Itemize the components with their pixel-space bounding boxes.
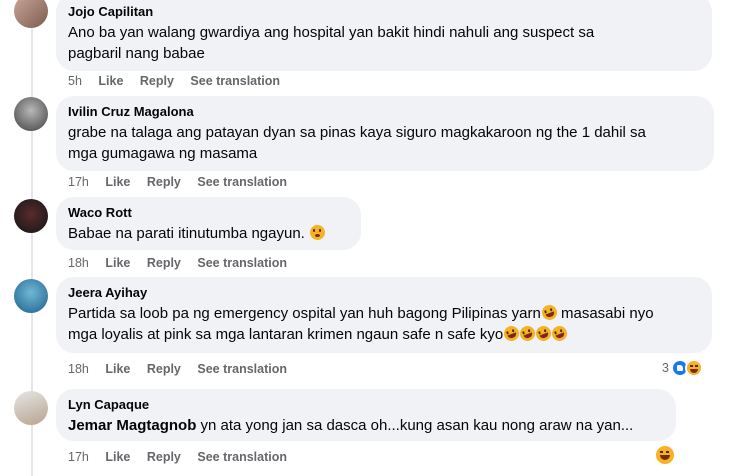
rofl-emoji-icon — [502, 323, 522, 344]
rofl-emoji-icon — [534, 323, 554, 344]
rofl-emoji-icon — [539, 302, 559, 323]
comment-author[interactable]: Lyn Capaque — [68, 397, 664, 413]
reply-button[interactable]: Reply — [140, 74, 174, 88]
avatar[interactable] — [14, 97, 48, 131]
reply-button[interactable]: Reply — [147, 450, 181, 464]
see-translation-button[interactable]: See translation — [197, 362, 287, 376]
comment-text-line: pagbaril nang babae — [68, 45, 205, 62]
comment-text: mga loyalis at pink sa mga lantaran krim… — [68, 326, 504, 343]
reply-button[interactable]: Reply — [147, 175, 181, 189]
see-translation-button[interactable]: See translation — [197, 450, 287, 464]
comment-author[interactable]: Jeera Ayihay — [68, 285, 700, 301]
comment-time[interactable]: 17h — [68, 450, 89, 464]
flushed-emoji-icon — [310, 225, 326, 240]
comment-text-line: mga loyalis at pink sa mga lantaran krim… — [68, 323, 700, 345]
comment-bubble: Jojo Capilitan Ano ba yan walang gwardiy… — [56, 0, 712, 71]
comment-bubble: Jeera Ayihay Partida sa loob pa ng emerg… — [56, 277, 712, 353]
comment-text-line: Ano ba yan walang gwardiya ang hospital … — [68, 24, 595, 41]
comment-text-line: grabe na talaga ang patayan dyan sa pina… — [68, 124, 646, 141]
comment-actions: 18h Like Reply See translation — [68, 255, 300, 271]
comment-actions: 17h Like Reply See translation — [68, 449, 300, 465]
comment-text-line: Babae na parati itinutumba ngayun. — [68, 223, 349, 244]
reaction-count: 3 — [662, 361, 669, 375]
comment-time[interactable]: 5h — [68, 74, 82, 88]
avatar[interactable] — [14, 279, 48, 313]
avatar[interactable] — [14, 0, 48, 28]
comment-text-line: mga gumagawa ng masama — [68, 145, 258, 162]
comment-text-line: Jemar Magtagnob yn ata yong jan sa dasca… — [68, 415, 664, 436]
see-translation-button[interactable]: See translation — [190, 74, 280, 88]
rofl-emoji-icon — [518, 323, 538, 344]
comment-author[interactable]: Ivilin Cruz Magalona — [68, 104, 702, 120]
avatar[interactable] — [14, 391, 48, 425]
comment-bubble: Ivilin Cruz Magalona grabe na talaga ang… — [56, 96, 714, 171]
avatar[interactable] — [14, 199, 48, 233]
comment-actions: 17h Like Reply See translation — [68, 174, 300, 190]
like-button[interactable]: Like — [98, 74, 123, 88]
comment-bubble: Lyn Capaque Jemar Magtagnob yn ata yong … — [56, 389, 676, 441]
comment-time[interactable]: 18h — [68, 362, 89, 376]
haha-reaction-icon[interactable] — [656, 446, 674, 464]
see-translation-button[interactable]: See translation — [197, 175, 287, 189]
comment-actions: 5h Like Reply See translation — [68, 73, 293, 89]
comment-text-line: Partida sa loob pa ng emergency ospital … — [68, 302, 700, 324]
reply-button[interactable]: Reply — [147, 256, 181, 270]
comment-author[interactable]: Jojo Capilitan — [68, 4, 700, 20]
comment-text: Babae na parati itinutumba ngayun. — [68, 225, 305, 242]
comment-bubble: Waco Rott Babae na parati itinutumba nga… — [56, 197, 361, 250]
reply-button[interactable]: Reply — [147, 362, 181, 376]
reaction-summary[interactable]: 3 — [662, 359, 703, 377]
comment-time[interactable]: 17h — [68, 175, 89, 189]
comment-time[interactable]: 18h — [68, 256, 89, 270]
see-translation-button[interactable]: See translation — [197, 256, 287, 270]
like-button[interactable]: Like — [105, 450, 130, 464]
comment-author[interactable]: Waco Rott — [68, 205, 349, 221]
like-button[interactable]: Like — [105, 362, 130, 376]
haha-reaction-icon — [684, 359, 703, 377]
like-button[interactable]: Like — [105, 175, 130, 189]
comment-text: Partida sa loob pa ng emergency ospital … — [68, 305, 541, 322]
like-button[interactable]: Like — [105, 256, 130, 270]
comment-text: yn ata yong jan sa dasca oh...kung asan … — [200, 417, 634, 434]
comment-actions: 18h Like Reply See translation — [68, 361, 300, 377]
comment-text: masasabi nyo — [560, 305, 654, 322]
mention-link[interactable]: Jemar Magtagnob — [68, 417, 196, 434]
rofl-emoji-icon — [550, 323, 570, 344]
